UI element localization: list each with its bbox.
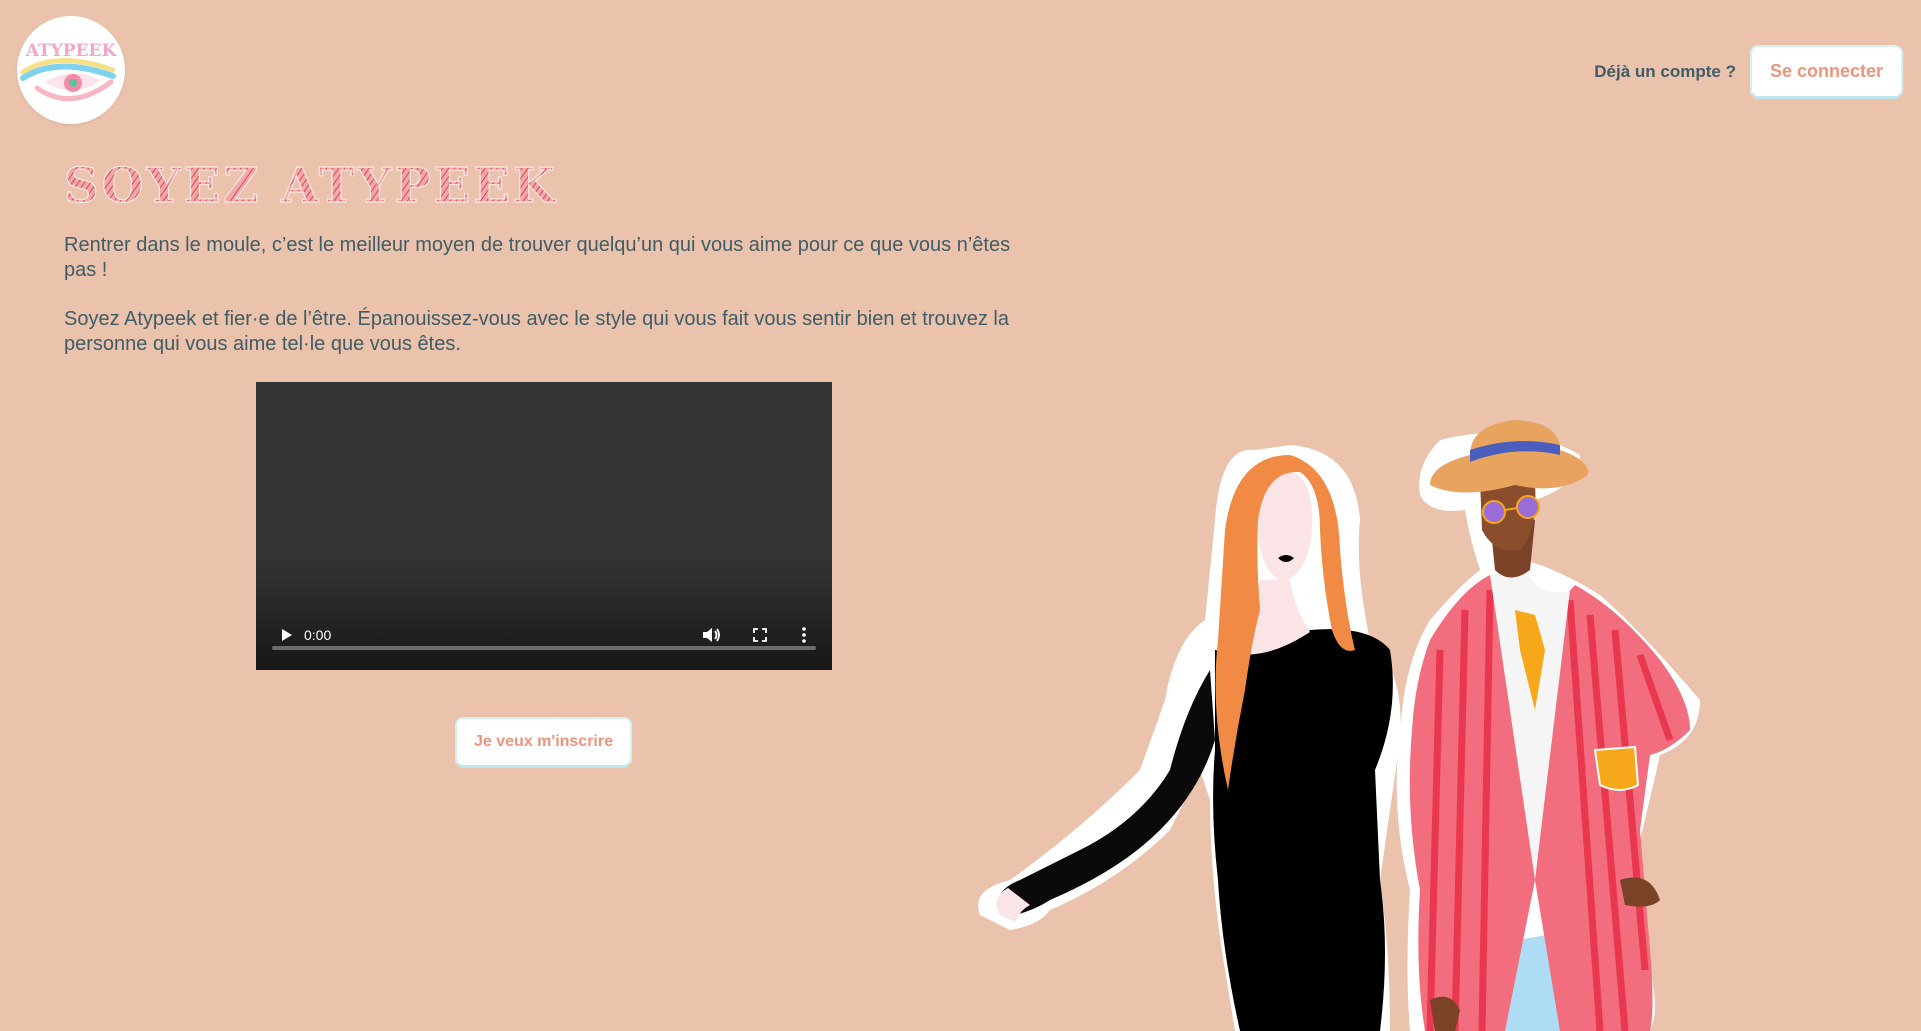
video-player[interactable]: 0:00 (256, 382, 832, 670)
video-progress-bar[interactable] (272, 646, 816, 650)
video-time: 0:00 (304, 627, 332, 643)
hero-paragraph-1: Rentrer dans le moule, c’est le meilleur… (64, 234, 1011, 281)
signup-button[interactable]: Je veux m'inscrire (457, 719, 630, 765)
hero-title-text: SOYEZ ATYPEEK (64, 158, 558, 214)
man-figure (1396, 420, 1700, 1031)
fullscreen-icon[interactable] (750, 625, 770, 645)
logo-text: ATYPEEK (25, 41, 118, 61)
login-button[interactable]: Se connecter (1751, 47, 1901, 96)
volume-icon[interactable] (700, 625, 722, 645)
eye-logo-icon: ATYPEEK (17, 16, 125, 124)
account-prompt: Déjà un compte ? (1594, 61, 1736, 81)
atypeek-logo[interactable]: ATYPEEK (17, 16, 125, 124)
landing-page: ATYPEEK Déjà un compte ? Se connecter SO… (0, 0, 1921, 1031)
video-controls: 0:00 (256, 610, 832, 670)
couple-illustration (978, 420, 1700, 1031)
woman-figure (978, 445, 1401, 1031)
play-icon[interactable] (276, 625, 296, 645)
hero-description: Rentrer dans le moule, c’est le meilleur… (64, 233, 1024, 381)
hero-paragraph-2: Soyez Atypeek et fier·e de l’être. Épano… (64, 308, 1009, 355)
header-account: Déjà un compte ? Se connecter (1594, 47, 1901, 96)
hero-title: SOYEZ ATYPEEK (64, 150, 624, 216)
more-options-icon[interactable] (794, 625, 814, 645)
